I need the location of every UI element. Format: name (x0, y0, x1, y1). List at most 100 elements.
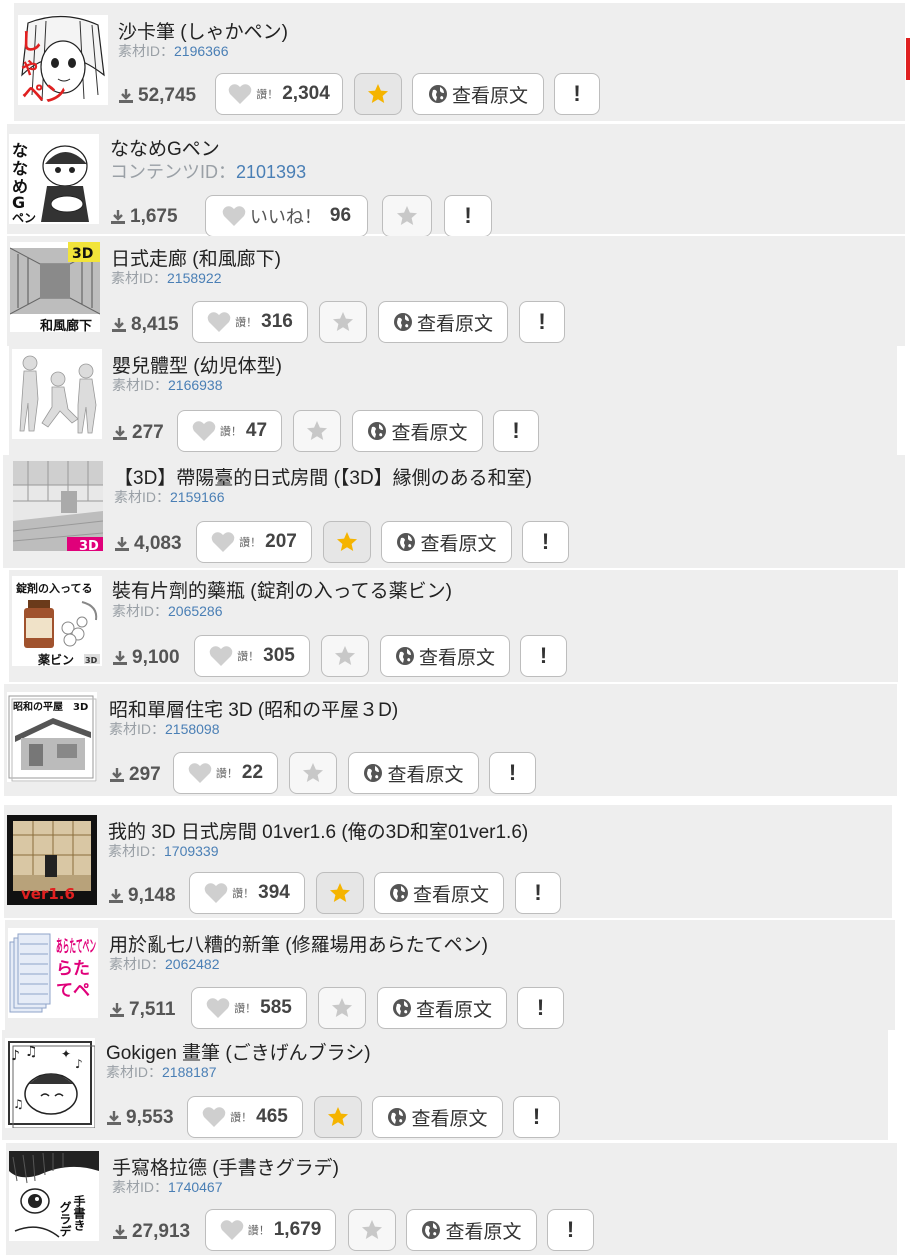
favorite-button[interactable] (316, 872, 364, 914)
report-button[interactable]: ! (554, 73, 600, 115)
like-button[interactable]: 讚！ 207 (196, 521, 312, 563)
report-button[interactable]: ! (547, 1209, 594, 1251)
like-label: 讚！ (235, 317, 258, 329)
svg-text:ペン: ペン (12, 211, 36, 224)
like-button[interactable]: 讚！ 316 (192, 301, 308, 343)
like-button[interactable]: 讚！ 394 (189, 872, 305, 914)
like-count: 207 (265, 531, 297, 552)
heart-icon (206, 998, 230, 1018)
report-button[interactable]: ! (513, 1096, 560, 1138)
id-value[interactable]: 1740467 (168, 1179, 223, 1195)
favorite-button[interactable] (348, 1209, 396, 1251)
favorite-button[interactable] (293, 410, 341, 452)
view-original-button[interactable]: 查看原文 (412, 73, 544, 115)
item-thumbnail[interactable] (12, 349, 102, 439)
thumb-badge: 3D (72, 246, 93, 262)
like-button[interactable]: 讚！ 1,679 (205, 1209, 336, 1251)
like-button[interactable]: 讚！ 47 (177, 410, 282, 452)
report-button[interactable]: ! (515, 872, 561, 914)
id-value[interactable]: 2159166 (170, 489, 225, 505)
download-icon (109, 889, 123, 903)
list-item: 昭和の平屋 3D 昭和單層住宅 3D (昭和の平屋３D) 素材ID：215809… (4, 684, 897, 796)
item-title[interactable]: 用於亂七八糟的新筆 (修羅場用あらたてペン) (109, 930, 488, 957)
id-value[interactable]: 2101393 (236, 162, 306, 182)
favorite-button[interactable] (318, 987, 366, 1029)
item-thumbnail[interactable]: 3D 和風廊下 (10, 242, 100, 332)
like-button[interactable]: 讚！ 305 (194, 635, 310, 677)
report-button[interactable]: ! (517, 987, 564, 1029)
id-value[interactable]: 2196366 (174, 43, 229, 59)
item-thumbnail[interactable]: な な め G ペン (9, 134, 99, 224)
item-thumbnail[interactable]: ver1.6 (7, 815, 97, 905)
like-button[interactable]: 讚！ 22 (173, 752, 278, 794)
favorite-button[interactable] (323, 521, 371, 563)
item-title[interactable]: 手寫格拉德 (手書きグラデ) (112, 1153, 339, 1180)
id-value[interactable]: 2188187 (162, 1064, 217, 1080)
report-button[interactable]: ! (489, 752, 536, 794)
view-original-button[interactable]: 查看原文 (372, 1096, 503, 1138)
item-thumbnail[interactable]: 手書き グラデ (9, 1151, 99, 1241)
like-button[interactable]: 讚！ 465 (187, 1096, 303, 1138)
favorite-button[interactable] (319, 301, 367, 343)
item-title[interactable]: 我的 3D 日式房間 01ver1.6 (俺の3D和室01ver1.6) (108, 817, 528, 844)
item-thumbnail[interactable]: ♪ ♫ ✦ ♪ ♫ (5, 1038, 95, 1128)
like-button[interactable]: 讚！ 585 (191, 987, 307, 1029)
id-value[interactable]: 2065286 (168, 603, 223, 619)
item-title[interactable]: 昭和單層住宅 3D (昭和の平屋３D) (109, 695, 398, 722)
download-count: 9,148 (108, 885, 176, 907)
favorite-button[interactable] (314, 1096, 362, 1138)
view-original-button[interactable]: 查看原文 (352, 410, 483, 452)
report-button[interactable]: ! (444, 195, 492, 237)
item-id: 素材ID：2158098 (109, 719, 220, 739)
item-title[interactable]: 裝有片劑的藥瓶 (錠剤の入ってる薬ビン) (112, 576, 452, 603)
view-original-button[interactable]: 查看原文 (381, 521, 512, 563)
thumb-text: ver1.6 (21, 885, 75, 903)
favorite-button[interactable] (321, 635, 369, 677)
item-title[interactable]: Gokigen 畫筆 (ごきげんブラシ) (106, 1038, 371, 1065)
item-thumbnail[interactable]: 錠剤の入ってる 薬ビン 3D (12, 576, 102, 666)
favorite-button[interactable] (289, 752, 337, 794)
report-icon: ! (508, 760, 517, 785)
scroll-indicator[interactable] (906, 38, 910, 80)
view-original-button[interactable]: 查看原文 (378, 301, 508, 343)
view-original-button[interactable]: 查看原文 (348, 752, 479, 794)
item-thumbnail[interactable]: あらたてペン らた てペ (8, 928, 98, 1018)
view-original-label: 查看原文 (416, 313, 493, 335)
view-original-button[interactable]: 查看原文 (374, 872, 504, 914)
favorite-button[interactable] (382, 195, 432, 237)
item-thumbnail[interactable]: し ゃ ペン (18, 15, 108, 105)
id-value[interactable]: 2158922 (167, 270, 222, 286)
report-button[interactable]: ! (522, 521, 569, 563)
svg-text:♫: ♫ (13, 1097, 24, 1111)
item-thumbnail[interactable]: 昭和の平屋 3D (7, 692, 97, 782)
id-value[interactable]: 2166938 (168, 377, 223, 393)
download-count: 1,675 (110, 206, 178, 228)
favorite-button[interactable] (354, 73, 402, 115)
id-value[interactable]: 2062482 (165, 956, 220, 972)
item-title[interactable]: ななめGペン (110, 134, 220, 161)
download-count-value: 4,083 (134, 533, 182, 554)
report-icon: ! (532, 1104, 541, 1129)
report-button[interactable]: ! (520, 635, 567, 677)
view-original-button[interactable]: 查看原文 (406, 1209, 537, 1251)
id-value[interactable]: 1709339 (164, 843, 219, 859)
thumbnail-image: ver1.6 (7, 815, 97, 905)
id-value[interactable]: 2158098 (165, 721, 220, 737)
item-title[interactable]: 沙卡筆 (しゃかペン) (118, 17, 288, 44)
like-button[interactable]: 讚！ 2,304 (215, 73, 343, 115)
id-label: 素材ID： (108, 843, 164, 859)
like-button[interactable]: いいね！ 96 (205, 195, 368, 237)
view-original-button[interactable]: 查看原文 (377, 987, 507, 1029)
thumbnail-image: 手書き グラデ (9, 1151, 99, 1241)
list-item: な な め G ペン ななめGペン コンテンツID：2101393 1,675 … (7, 124, 905, 237)
item-title[interactable]: 【3D】帶陽臺的日式房間 (【3D】縁側のある和室) (114, 463, 532, 490)
item-thumbnail[interactable]: 3D (13, 461, 103, 551)
item-title[interactable]: 日式走廊 (和風廊下) (111, 244, 281, 271)
view-original-button[interactable]: 查看原文 (380, 635, 510, 677)
thumb-badge: 3D (85, 656, 98, 665)
report-button[interactable]: ! (519, 301, 565, 343)
report-button[interactable]: ! (493, 410, 539, 452)
star-icon (328, 1107, 348, 1126)
heart-icon (211, 532, 235, 552)
item-title[interactable]: 嬰兒體型 (幼児体型) (112, 351, 282, 378)
